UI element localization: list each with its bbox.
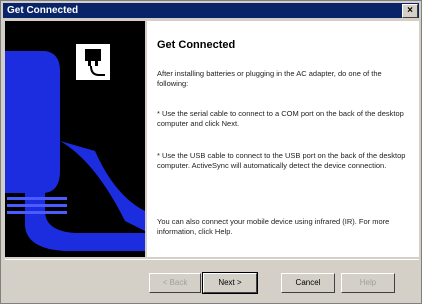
back-button[interactable]: < Back xyxy=(149,273,201,293)
close-icon: × xyxy=(407,5,413,16)
infrared-text: You can also connect your mobile device … xyxy=(157,217,390,236)
get-connected-dialog: Get Connected × Get Connected After inst… xyxy=(0,0,422,304)
cancel-button[interactable]: Cancel xyxy=(281,273,335,293)
page-heading: Get Connected xyxy=(157,39,236,51)
title-bar[interactable]: Get Connected × xyxy=(3,3,419,18)
button-bar: < Back Next > Cancel Help xyxy=(5,259,419,302)
usb-option-text: * Use the USB cable to connect to the US… xyxy=(157,151,406,170)
plug-icon xyxy=(74,42,112,82)
next-button[interactable]: Next > xyxy=(202,272,258,294)
content-panel: Get Connected After installing batteries… xyxy=(147,21,419,257)
close-button[interactable]: × xyxy=(402,4,418,18)
intro-text: After installing batteries or plugging i… xyxy=(157,69,382,88)
connection-illustration xyxy=(5,21,145,257)
serial-option-text: * Use the serial cable to connect to a C… xyxy=(157,109,404,128)
help-button[interactable]: Help xyxy=(341,273,395,293)
window-title: Get Connected xyxy=(7,5,79,16)
cable-illustration xyxy=(5,21,145,257)
